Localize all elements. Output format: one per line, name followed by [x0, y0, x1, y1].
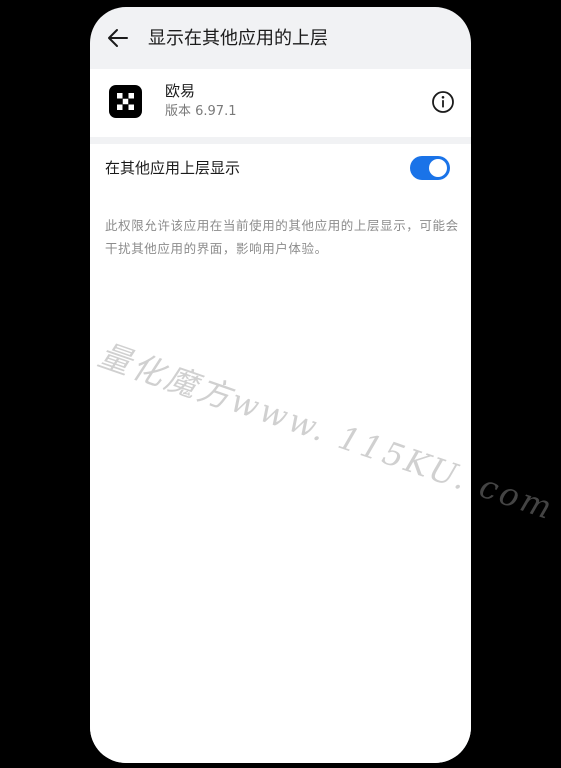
top-bar: 显示在其他应用的上层: [90, 7, 471, 69]
app-name: 欧易: [165, 82, 196, 100]
toggle-knob: [429, 159, 447, 177]
overlay-permission-toggle[interactable]: [410, 156, 450, 180]
info-button[interactable]: [431, 90, 455, 114]
overlay-permission-label: 在其他应用上层显示: [105, 159, 241, 177]
okx-logo-icon: [109, 85, 142, 118]
overlay-permission-row[interactable]: 在其他应用上层显示: [90, 144, 471, 192]
phone-screen: 显示在其他应用的上层 欧易 版本 6.97.1 在其他应用上层显示 此权限允许该…: [90, 7, 471, 763]
app-version: 版本 6.97.1: [165, 104, 237, 119]
back-button[interactable]: [104, 25, 130, 51]
permission-description: 此权限允许该应用在当前使用的其他应用的上层显示，可能会干扰其他应用的界面，影响用…: [105, 218, 459, 256]
app-info-card: 欧易 版本 6.97.1: [90, 69, 471, 137]
page-title: 显示在其他应用的上层: [148, 28, 328, 49]
info-circle-icon: [432, 91, 454, 113]
settings-panel: 在其他应用上层显示 此权限允许该应用在当前使用的其他应用的上层显示，可能会干扰其…: [90, 144, 471, 763]
arrow-left-icon: [108, 29, 128, 47]
